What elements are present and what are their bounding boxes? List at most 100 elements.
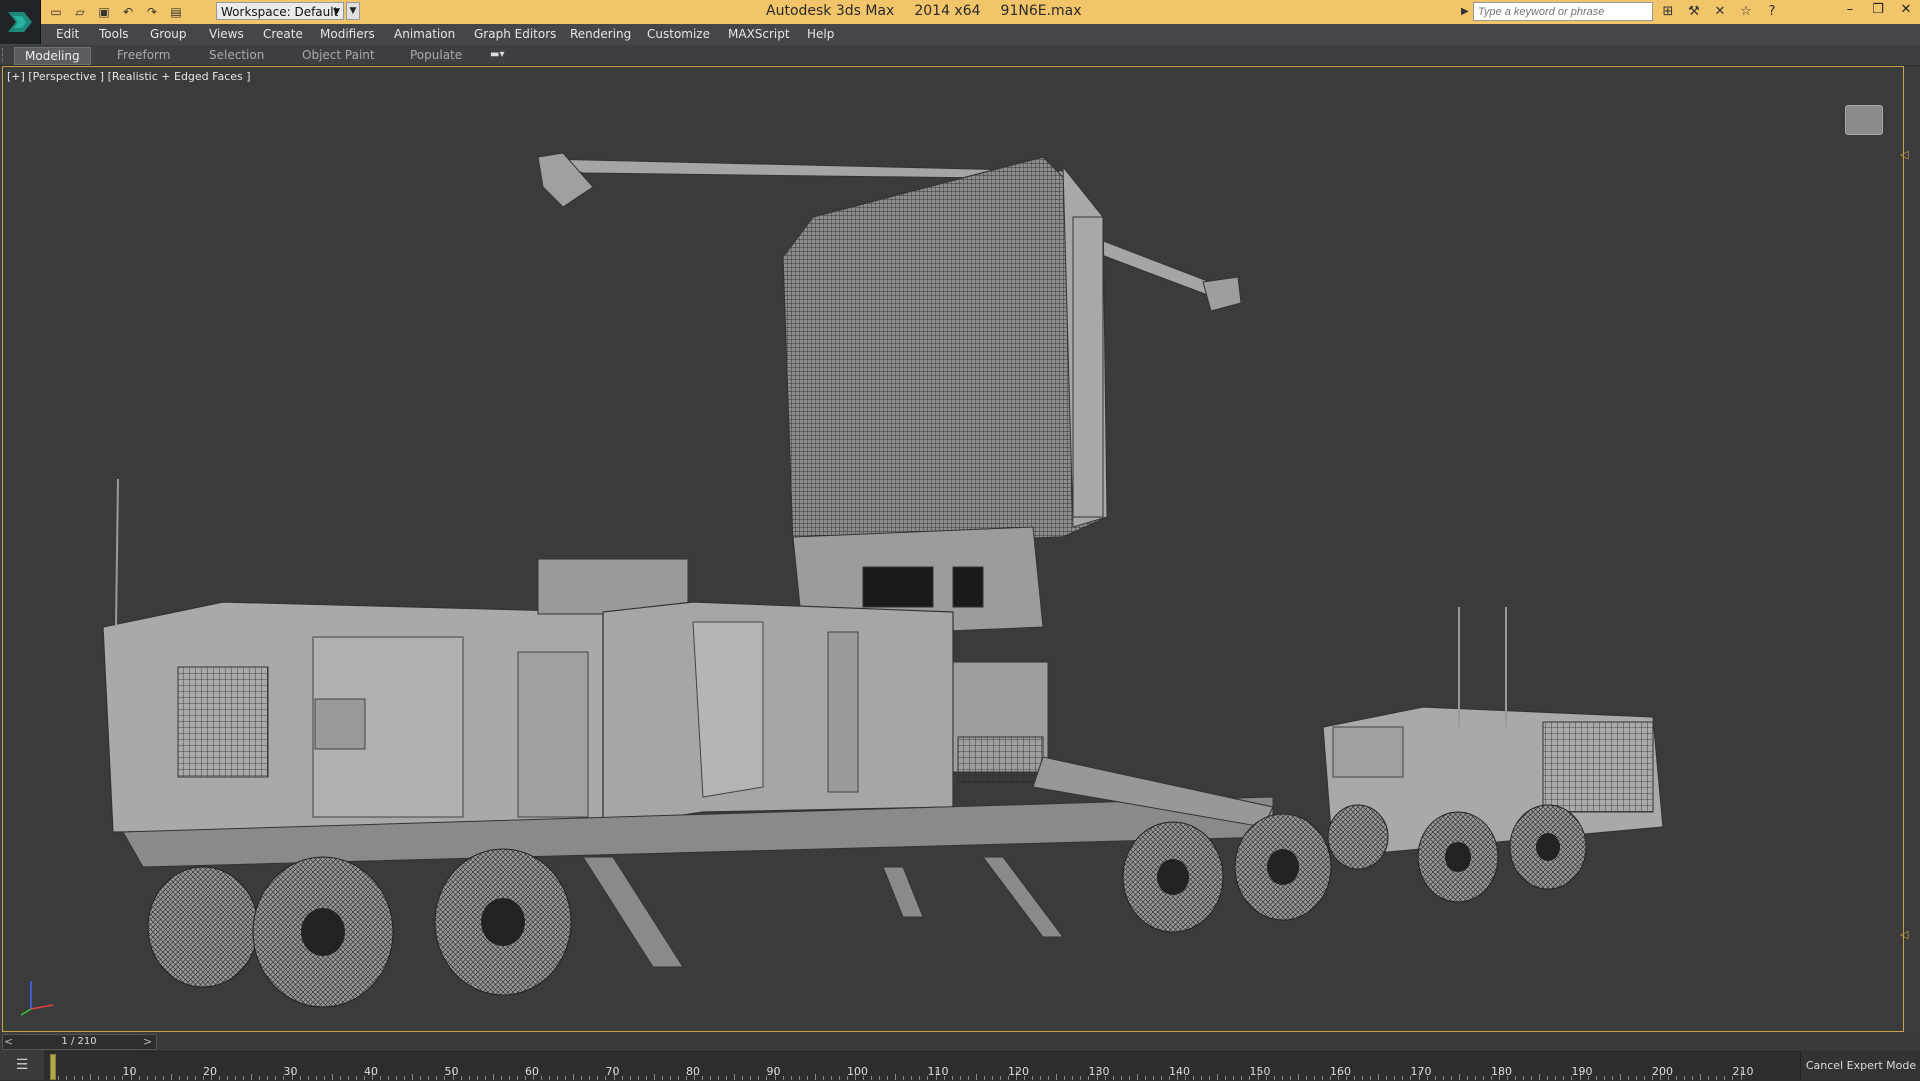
timeline-tick [1056,1074,1058,1080]
timeline-tick [895,1074,897,1080]
timeline-tick [219,1076,221,1080]
menu-animation[interactable]: Animation [394,27,455,41]
qat-customize-button[interactable]: ▼ [346,2,360,20]
timeline-tick [1048,1076,1050,1080]
menu-rendering[interactable]: Rendering [570,27,631,41]
workspace-dropdown[interactable]: Workspace: Default ▼ [216,2,344,20]
time-slider-thumb[interactable]: 1 / 210 [20,1035,138,1049]
timeline-tick [1362,1076,1364,1080]
mini-curve-editor-icon[interactable]: ☰ [0,1051,44,1080]
menu-maxscript[interactable]: MAXScript [728,27,790,41]
timeline-tick [58,1076,60,1080]
search-expand-icon[interactable]: ▶ [1461,3,1471,21]
menu-edit[interactable]: Edit [56,27,79,41]
timeline-tick [267,1076,269,1080]
app-version: 2014 x64 [914,3,981,19]
timeline-tick [1531,1076,1533,1080]
timeline-tick [1217,1074,1219,1080]
timeline-tick [975,1074,977,1080]
timeline-tick [1112,1076,1114,1080]
star-icon[interactable]: ☆ [1736,2,1756,22]
timeline-tick [1386,1076,1388,1080]
timeline-tick [388,1076,390,1080]
cancel-expert-mode-button[interactable]: Cancel Expert Mode [1800,1051,1920,1080]
timeline-tick [1627,1076,1629,1080]
timeline-tick [1603,1076,1605,1080]
timeline-tick [1144,1076,1146,1080]
close-icon[interactable]: ✕ [1892,0,1920,20]
timeline-tick [396,1076,398,1080]
help-icon[interactable]: ? [1762,2,1782,22]
save-icon[interactable]: ▣ [94,3,114,21]
project-folder-icon[interactable]: ▤ [166,3,186,21]
timeline-tick [661,1076,663,1080]
tab-populate[interactable]: Populate [410,47,462,63]
ribbon-grip[interactable] [2,48,7,62]
menu-customize[interactable]: Customize [647,27,710,41]
timeline-ticks[interactable]: 10 20 30 40 50 60 70 80 90 100 110 120 130 140 150 160 1… [46,1051,1754,1080]
title-bar: ▭ ▱ ▣ ↶ ↷ ▤ Workspace: Default ▼ ▼ Autod… [0,0,1920,25]
timeline-tick [983,1076,985,1080]
minimize-icon[interactable]: – [1836,0,1864,20]
menu-modifiers[interactable]: Modifiers [320,27,375,41]
timeline-tick [331,1074,333,1080]
tab-object-paint[interactable]: Object Paint [302,47,375,63]
timeline-tick-label: 150 [1249,1065,1271,1078]
timeline-tick [1394,1076,1396,1080]
timeline-tick [1635,1076,1637,1080]
timeline-tick-label: 20 [203,1065,217,1078]
menu-views[interactable]: Views [209,27,244,41]
timeline-tick [1305,1076,1307,1080]
new-file-icon[interactable]: ▭ [46,3,66,21]
tab-selection[interactable]: Selection [209,47,264,63]
timeline-tick [1072,1076,1074,1080]
ribbon-options-icon[interactable]: ▬▾ [490,49,512,61]
timeline-tick [1539,1074,1541,1080]
app-logo-button[interactable] [0,0,41,44]
workspace-label: Workspace: Default [221,5,339,19]
timeline-tick [653,1074,655,1080]
timeline-tick [227,1076,229,1080]
timeline-tick [460,1076,462,1080]
next-frame-button[interactable]: > [143,1034,155,1050]
timeline-tick [565,1076,567,1080]
timeline-tick-label: 100 [847,1065,868,1078]
perspective-viewport[interactable]: [+] [Perspective ] [Realistic + Edged Fa… [2,66,1904,1032]
menu-tools[interactable]: Tools [99,27,129,41]
timeline-tick [90,1074,92,1080]
restore-icon[interactable]: ❐ [1864,0,1892,20]
timeline-tick [557,1076,559,1080]
timeline-tick [194,1076,196,1080]
search-input[interactable] [1473,2,1653,21]
timeline-tick [782,1076,784,1080]
menu-group[interactable]: Group [150,27,187,41]
timeline-tick [549,1076,551,1080]
timeline-tick [178,1076,180,1080]
open-file-icon[interactable]: ▱ [70,3,90,21]
max-logo-icon [8,12,32,32]
redo-icon[interactable]: ↷ [142,3,162,21]
file-name: 91N6E.max [1000,3,1082,19]
viewcube-icon[interactable] [1845,105,1883,135]
timeline-tick [710,1076,712,1080]
time-cursor[interactable] [50,1054,56,1080]
tab-modeling[interactable]: Modeling [14,47,91,65]
timeline-tick [1547,1076,1549,1080]
timeline-tick [243,1076,245,1080]
tab-freeform[interactable]: Freeform [117,47,170,63]
timeline-tick [1120,1076,1122,1080]
exchange-icon[interactable]: ✕ [1710,2,1730,22]
tools-icon[interactable]: ⚒ [1684,2,1704,22]
timeline-tick [806,1076,808,1080]
timeline-tick [1700,1074,1702,1080]
previous-frame-button[interactable]: < [4,1034,16,1050]
undo-icon[interactable]: ↶ [118,3,138,21]
timeline-tick [645,1076,647,1080]
timeline-tick [1241,1076,1243,1080]
binoculars-icon[interactable]: ⊞ [1658,2,1678,22]
menu-help[interactable]: Help [807,27,834,41]
timeline-tick [1692,1076,1694,1080]
menu-graph-editors[interactable]: Graph Editors [474,27,556,41]
timeline-tick [1152,1076,1154,1080]
menu-create[interactable]: Create [263,27,303,41]
